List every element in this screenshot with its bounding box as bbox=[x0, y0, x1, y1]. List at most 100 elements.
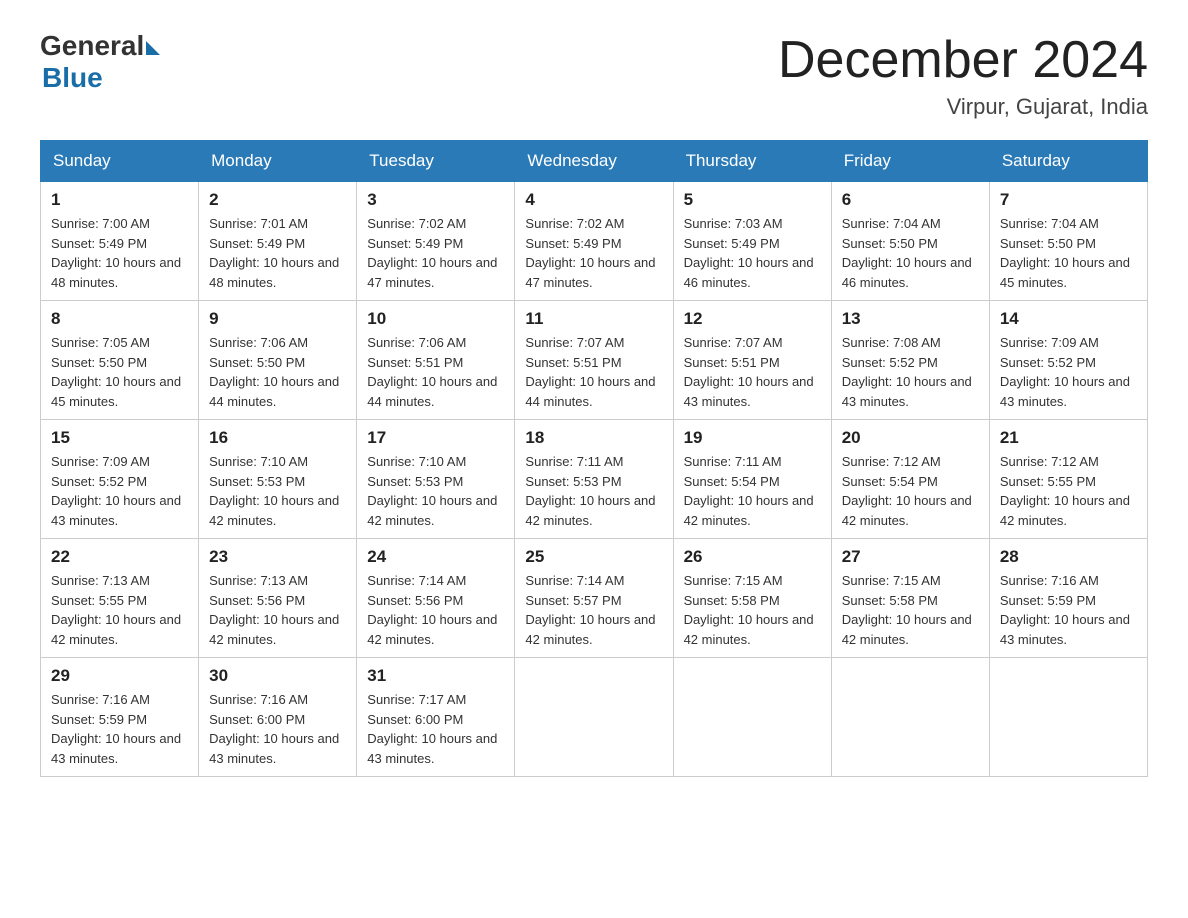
calendar-header-saturday: Saturday bbox=[989, 141, 1147, 182]
day-info: Sunrise: 7:14 AMSunset: 5:57 PMDaylight:… bbox=[525, 571, 662, 649]
day-number: 9 bbox=[209, 309, 346, 329]
day-info: Sunrise: 7:14 AMSunset: 5:56 PMDaylight:… bbox=[367, 571, 504, 649]
day-info: Sunrise: 7:10 AMSunset: 5:53 PMDaylight:… bbox=[367, 452, 504, 530]
day-info: Sunrise: 7:10 AMSunset: 5:53 PMDaylight:… bbox=[209, 452, 346, 530]
logo-blue-text: Blue bbox=[42, 62, 103, 94]
calendar-week-row: 29 Sunrise: 7:16 AMSunset: 5:59 PMDayligh… bbox=[41, 658, 1148, 777]
day-info: Sunrise: 7:11 AMSunset: 5:54 PMDaylight:… bbox=[684, 452, 821, 530]
day-info: Sunrise: 7:06 AMSunset: 5:51 PMDaylight:… bbox=[367, 333, 504, 411]
logo: General Blue bbox=[40, 30, 160, 94]
table-row: 8 Sunrise: 7:05 AMSunset: 5:50 PMDaylight… bbox=[41, 301, 199, 420]
day-info: Sunrise: 7:04 AMSunset: 5:50 PMDaylight:… bbox=[842, 214, 979, 292]
day-info: Sunrise: 7:09 AMSunset: 5:52 PMDaylight:… bbox=[51, 452, 188, 530]
table-row: 20 Sunrise: 7:12 AMSunset: 5:54 PMDayligh… bbox=[831, 420, 989, 539]
calendar-header-wednesday: Wednesday bbox=[515, 141, 673, 182]
day-info: Sunrise: 7:11 AMSunset: 5:53 PMDaylight:… bbox=[525, 452, 662, 530]
calendar-week-row: 15 Sunrise: 7:09 AMSunset: 5:52 PMDayligh… bbox=[41, 420, 1148, 539]
day-number: 15 bbox=[51, 428, 188, 448]
table-row: 13 Sunrise: 7:08 AMSunset: 5:52 PMDayligh… bbox=[831, 301, 989, 420]
day-number: 3 bbox=[367, 190, 504, 210]
day-info: Sunrise: 7:12 AMSunset: 5:55 PMDaylight:… bbox=[1000, 452, 1137, 530]
table-row bbox=[989, 658, 1147, 777]
day-number: 18 bbox=[525, 428, 662, 448]
logo-general-text: General bbox=[40, 30, 144, 62]
calendar-week-row: 1 Sunrise: 7:00 AMSunset: 5:49 PMDaylight… bbox=[41, 182, 1148, 301]
day-number: 20 bbox=[842, 428, 979, 448]
calendar-table: SundayMondayTuesdayWednesdayThursdayFrid… bbox=[40, 140, 1148, 777]
day-number: 10 bbox=[367, 309, 504, 329]
day-number: 23 bbox=[209, 547, 346, 567]
day-number: 29 bbox=[51, 666, 188, 686]
table-row: 10 Sunrise: 7:06 AMSunset: 5:51 PMDayligh… bbox=[357, 301, 515, 420]
day-number: 22 bbox=[51, 547, 188, 567]
day-info: Sunrise: 7:04 AMSunset: 5:50 PMDaylight:… bbox=[1000, 214, 1137, 292]
day-info: Sunrise: 7:02 AMSunset: 5:49 PMDaylight:… bbox=[525, 214, 662, 292]
table-row: 14Sunrise: 7:09 AMSunset: 5:52 PMDayligh… bbox=[989, 301, 1147, 420]
table-row: 5Sunrise: 7:03 AMSunset: 5:49 PMDaylight… bbox=[673, 182, 831, 301]
day-number: 2 bbox=[209, 190, 346, 210]
day-number: 25 bbox=[525, 547, 662, 567]
title-section: December 2024 Virpur, Gujarat, India bbox=[778, 30, 1148, 120]
day-number: 30 bbox=[209, 666, 346, 686]
table-row bbox=[831, 658, 989, 777]
table-row: 24 Sunrise: 7:14 AMSunset: 5:56 PMDayligh… bbox=[357, 539, 515, 658]
table-row: 4Sunrise: 7:02 AMSunset: 5:49 PMDaylight… bbox=[515, 182, 673, 301]
table-row: 6Sunrise: 7:04 AMSunset: 5:50 PMDaylight… bbox=[831, 182, 989, 301]
month-title: December 2024 bbox=[778, 30, 1148, 90]
day-number: 21 bbox=[1000, 428, 1137, 448]
table-row: 18 Sunrise: 7:11 AMSunset: 5:53 PMDayligh… bbox=[515, 420, 673, 539]
day-number: 13 bbox=[842, 309, 979, 329]
calendar-header-tuesday: Tuesday bbox=[357, 141, 515, 182]
day-info: Sunrise: 7:09 AMSunset: 5:52 PMDaylight:… bbox=[1000, 333, 1137, 411]
day-info: Sunrise: 7:06 AMSunset: 5:50 PMDaylight:… bbox=[209, 333, 346, 411]
day-info: Sunrise: 7:16 AMSunset: 5:59 PMDaylight:… bbox=[51, 690, 188, 768]
day-info: Sunrise: 7:00 AMSunset: 5:49 PMDaylight:… bbox=[51, 214, 188, 292]
logo-arrow-icon bbox=[146, 41, 160, 55]
table-row: 31Sunrise: 7:17 AMSunset: 6:00 PMDayligh… bbox=[357, 658, 515, 777]
day-number: 12 bbox=[684, 309, 821, 329]
table-row: 12Sunrise: 7:07 AMSunset: 5:51 PMDayligh… bbox=[673, 301, 831, 420]
calendar-week-row: 8 Sunrise: 7:05 AMSunset: 5:50 PMDaylight… bbox=[41, 301, 1148, 420]
day-info: Sunrise: 7:15 AMSunset: 5:58 PMDaylight:… bbox=[684, 571, 821, 649]
page-header: General Blue December 2024 Virpur, Gujar… bbox=[40, 30, 1148, 120]
table-row: 19 Sunrise: 7:11 AMSunset: 5:54 PMDayligh… bbox=[673, 420, 831, 539]
table-row: 22Sunrise: 7:13 AMSunset: 5:55 PMDayligh… bbox=[41, 539, 199, 658]
day-info: Sunrise: 7:17 AMSunset: 6:00 PMDaylight:… bbox=[367, 690, 504, 768]
table-row: 11Sunrise: 7:07 AMSunset: 5:51 PMDayligh… bbox=[515, 301, 673, 420]
table-row: 7Sunrise: 7:04 AMSunset: 5:50 PMDaylight… bbox=[989, 182, 1147, 301]
day-info: Sunrise: 7:13 AMSunset: 5:56 PMDaylight:… bbox=[209, 571, 346, 649]
table-row: 26Sunrise: 7:15 AMSunset: 5:58 PMDayligh… bbox=[673, 539, 831, 658]
table-row: 16 Sunrise: 7:10 AMSunset: 5:53 PMDayligh… bbox=[199, 420, 357, 539]
day-number: 5 bbox=[684, 190, 821, 210]
day-info: Sunrise: 7:16 AMSunset: 6:00 PMDaylight:… bbox=[209, 690, 346, 768]
calendar-header-sunday: Sunday bbox=[41, 141, 199, 182]
day-info: Sunrise: 7:07 AMSunset: 5:51 PMDaylight:… bbox=[525, 333, 662, 411]
day-number: 17 bbox=[367, 428, 504, 448]
table-row: 27Sunrise: 7:15 AMSunset: 5:58 PMDayligh… bbox=[831, 539, 989, 658]
calendar-header-thursday: Thursday bbox=[673, 141, 831, 182]
day-info: Sunrise: 7:12 AMSunset: 5:54 PMDaylight:… bbox=[842, 452, 979, 530]
table-row: 1 Sunrise: 7:00 AMSunset: 5:49 PMDaylight… bbox=[41, 182, 199, 301]
table-row: 25 Sunrise: 7:14 AMSunset: 5:57 PMDayligh… bbox=[515, 539, 673, 658]
table-row: 17 Sunrise: 7:10 AMSunset: 5:53 PMDayligh… bbox=[357, 420, 515, 539]
day-number: 1 bbox=[51, 190, 188, 210]
day-info: Sunrise: 7:01 AMSunset: 5:49 PMDaylight:… bbox=[209, 214, 346, 292]
day-info: Sunrise: 7:08 AMSunset: 5:52 PMDaylight:… bbox=[842, 333, 979, 411]
day-info: Sunrise: 7:16 AMSunset: 5:59 PMDaylight:… bbox=[1000, 571, 1137, 649]
day-info: Sunrise: 7:02 AMSunset: 5:49 PMDaylight:… bbox=[367, 214, 504, 292]
table-row bbox=[515, 658, 673, 777]
table-row: 9 Sunrise: 7:06 AMSunset: 5:50 PMDaylight… bbox=[199, 301, 357, 420]
day-info: Sunrise: 7:15 AMSunset: 5:58 PMDaylight:… bbox=[842, 571, 979, 649]
day-number: 28 bbox=[1000, 547, 1137, 567]
day-info: Sunrise: 7:05 AMSunset: 5:50 PMDaylight:… bbox=[51, 333, 188, 411]
table-row: 29 Sunrise: 7:16 AMSunset: 5:59 PMDayligh… bbox=[41, 658, 199, 777]
day-number: 19 bbox=[684, 428, 821, 448]
table-row bbox=[673, 658, 831, 777]
table-row: 3 Sunrise: 7:02 AMSunset: 5:49 PMDaylight… bbox=[357, 182, 515, 301]
calendar-week-row: 22Sunrise: 7:13 AMSunset: 5:55 PMDayligh… bbox=[41, 539, 1148, 658]
day-number: 8 bbox=[51, 309, 188, 329]
day-number: 16 bbox=[209, 428, 346, 448]
table-row: 28 Sunrise: 7:16 AMSunset: 5:59 PMDayligh… bbox=[989, 539, 1147, 658]
day-number: 24 bbox=[367, 547, 504, 567]
table-row: 23 Sunrise: 7:13 AMSunset: 5:56 PMDayligh… bbox=[199, 539, 357, 658]
